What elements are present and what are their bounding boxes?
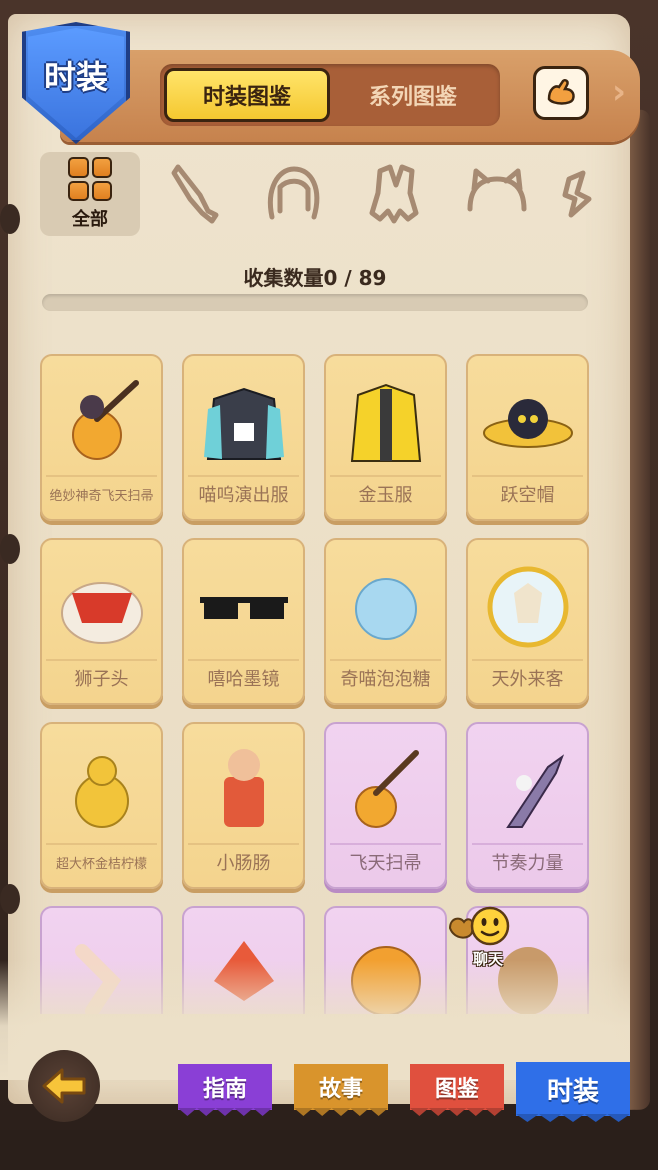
fashion-item-image [334,548,437,658]
nav-story-tab[interactable]: 故事 [294,1064,388,1110]
fashion-item-card[interactable]: 奇喵泡泡糖 [324,538,447,705]
binding-hole [0,534,20,564]
fashion-item-name: 超大杯金桔柠檬 [46,843,157,879]
back-arrow-icon [42,1068,86,1104]
fashion-item-card[interactable]: 绝妙神奇飞天扫帚 [40,354,163,521]
fashion-item-name: 嘻哈墨镜 [188,659,299,695]
collection-count: 收集数量0 / 89 [243,266,387,290]
fashion-item-card[interactable]: 喵呜演出服 [182,354,305,521]
fashion-item-name: 天外来客 [472,659,583,695]
fashion-item-image [476,548,579,658]
tab-group: 时装图鉴 系列图鉴 [160,64,500,126]
fashion-item-image [192,364,295,474]
flex-arm-button[interactable] [533,66,589,120]
nav-atlas-tab[interactable]: 图鉴 [410,1064,504,1110]
fashion-item-image [50,732,153,842]
fashion-item-card[interactable]: 跃空帽 [466,354,589,521]
tab-series-atlas[interactable]: 系列图鉴 [330,68,496,122]
fashion-item-card[interactable]: 超大杯金桔柠檬 [40,722,163,889]
binding-hole [0,204,20,234]
fashion-item-image [50,364,153,474]
fashion-item-name: 奇喵泡泡糖 [330,659,441,695]
category-hair[interactable] [248,152,338,236]
flex-arm-icon [547,78,575,105]
collection-progress-bar [42,294,588,311]
fashion-item-image [192,548,295,658]
fashion-item-card[interactable]: 金玉服 [324,354,447,521]
fashion-item-image [476,364,579,474]
accessory-icon [562,170,592,218]
fashion-item-image [50,548,153,658]
chevron-right-icon[interactable]: › [612,70,638,114]
fashion-item-image [192,732,295,842]
fashion-item-name: 绝妙神奇飞天扫帚 [46,475,157,511]
fashion-item-name: 喵呜演出服 [188,475,299,511]
fashion-item-card[interactable]: 天外来客 [466,538,589,705]
category-headwear[interactable] [452,152,542,236]
category-all-label: 全部 [72,209,108,230]
category-accessory[interactable] [546,152,602,236]
costume-icon [369,164,419,224]
hair-icon [268,166,320,220]
category-all[interactable]: 全部 [40,152,140,236]
fashion-item-card[interactable]: 节奏力量 [466,722,589,889]
fashion-item-name: 节奏力量 [472,843,583,879]
fashion-item-image [334,732,437,842]
chat-bubble-icon [448,906,510,946]
fashion-item-card[interactable]: 狮子头 [40,538,163,705]
fashion-item-name: 跃空帽 [472,475,583,511]
fashion-item-image [334,364,437,474]
fashion-item-card[interactable]: 飞天扫帚 [324,722,447,889]
grid-icon [68,157,112,201]
fashion-item-name: 小肠肠 [188,843,299,879]
fashion-item-card[interactable]: 小肠肠 [182,722,305,889]
nav-fashion-tab[interactable]: 时装 [516,1062,630,1116]
fashion-item-image [476,732,579,842]
page-title: 时装 [43,58,108,96]
bottom-bar [0,1130,658,1170]
back-button[interactable] [28,1050,100,1122]
category-costume[interactable] [350,152,440,236]
knife-icon [171,164,219,224]
chat-button[interactable]: 聊天 [446,904,522,970]
binding-hole [0,884,20,914]
tab-fashion-atlas[interactable]: 时装图鉴 [164,68,330,122]
cat-ears-icon [467,168,527,212]
fashion-item-card[interactable]: 嘻哈墨镜 [182,538,305,705]
fashion-item-name: 狮子头 [46,659,157,695]
nav-guide-tab[interactable]: 指南 [178,1064,272,1110]
fashion-item-name: 金玉服 [330,475,441,511]
chat-label: 聊天 [472,950,503,968]
fashion-item-name: 飞天扫帚 [330,843,441,879]
category-weapon[interactable] [150,152,240,236]
